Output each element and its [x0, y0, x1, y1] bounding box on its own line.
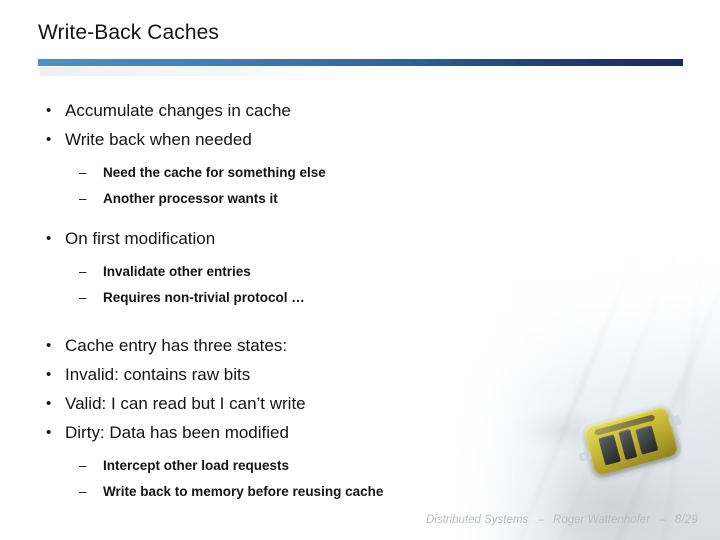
sub-bullet-text: Invalidate other entries	[103, 264, 251, 279]
sub-bullet-text: Another processor wants it	[103, 191, 278, 206]
sub-bullet-item: – Write back to memory before reusing ca…	[0, 479, 720, 505]
sub-bullet-marker: –	[79, 264, 87, 279]
slide-title: Write-Back Caches	[38, 21, 220, 44]
bullet-text: Accumulate changes in cache	[65, 101, 291, 120]
bullet-marker: •	[46, 131, 52, 148]
footer-course: Distributed Systems	[425, 514, 529, 526]
footer-separator: –	[537, 514, 544, 526]
bullet-text: Write back when needed	[65, 130, 252, 149]
sub-bullet-marker: –	[79, 458, 87, 473]
bullet-item: • Write back when needed	[0, 125, 720, 154]
bullet-marker: •	[46, 230, 52, 247]
bullet-text: Invalid: contains raw bits	[65, 365, 251, 384]
bullet-text: On first modification	[65, 229, 216, 248]
sub-bullet-item: – Need the cache for something else	[0, 160, 720, 186]
slide-footer: Distributed Systems – Roger Wattenhofer …	[0, 514, 720, 526]
sub-bullet-marker: –	[79, 165, 87, 180]
sub-bullet-marker: –	[79, 191, 87, 206]
bullet-marker: •	[46, 395, 52, 412]
sub-bullet-text: Need the cache for something else	[103, 165, 326, 180]
bullet-marker: •	[46, 337, 52, 354]
sub-bullet-marker: –	[79, 484, 87, 499]
sub-bullet-text: Intercept other load requests	[103, 458, 290, 473]
sub-bullet-item: – Intercept other load requests	[0, 453, 720, 479]
rule-shadow	[40, 67, 340, 76]
sub-bullet-item: – Another processor wants it	[0, 186, 720, 212]
bullet-item: • Cache entry has three states:	[0, 331, 720, 360]
sub-bullet-item: – Requires non-trivial protocol …	[0, 285, 720, 311]
title-underline-rule	[38, 59, 683, 66]
bullet-item: • Dirty: Data has been modified	[0, 418, 720, 447]
bullet-marker: •	[46, 102, 52, 119]
bullet-text: Dirty: Data has been modified	[65, 423, 289, 442]
bullet-marker: •	[46, 366, 52, 383]
footer-page-number: 8/29	[674, 514, 698, 526]
slide: Write-Back Caches • Accumulate changes i…	[0, 0, 720, 540]
bullet-text: Valid: I can read but I can’t write	[65, 394, 306, 413]
footer-separator: –	[659, 514, 666, 526]
sub-bullet-text: Write back to memory before reusing cach…	[103, 484, 384, 499]
bullet-item: • On first modification	[0, 224, 720, 253]
footer-author: Roger Wattenhofer	[553, 514, 650, 526]
sub-bullet-marker: –	[79, 290, 87, 305]
bullet-text: Cache entry has three states:	[65, 336, 288, 355]
sub-bullet-text: Requires non-trivial protocol …	[103, 290, 305, 305]
bullet-marker: •	[46, 424, 52, 441]
slide-body: • Accumulate changes in cache • Write ba…	[0, 96, 720, 505]
bullet-item: • Accumulate changes in cache	[0, 96, 720, 125]
bullet-item: • Invalid: contains raw bits	[0, 360, 720, 389]
bullet-item: • Valid: I can read but I can’t write	[0, 389, 720, 418]
sub-bullet-item: – Invalidate other entries	[0, 259, 720, 285]
